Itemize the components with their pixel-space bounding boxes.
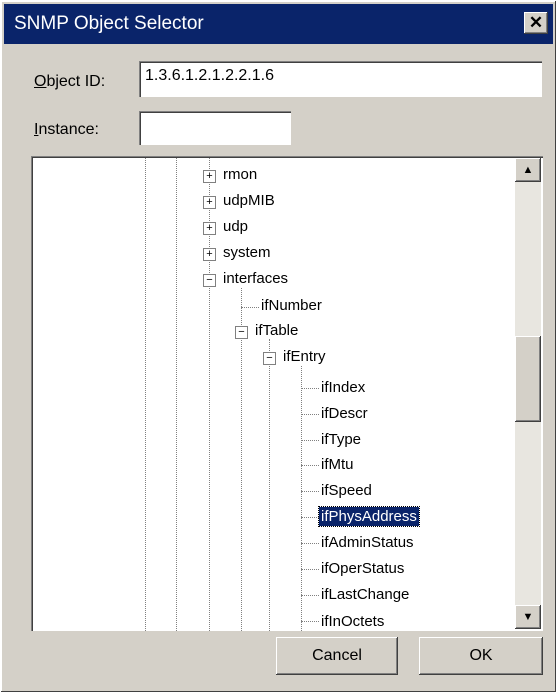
snmp-object-selector-dialog: SNMP Object Selector ✕ Object ID: 1.3.6.… xyxy=(0,0,557,693)
tree-connector xyxy=(301,569,319,570)
tree-node-ifnumber[interactable]: ifNumber xyxy=(259,296,324,315)
collapse-icon[interactable]: − xyxy=(263,352,276,365)
ok-button[interactable]: OK xyxy=(419,637,543,675)
tree-guide xyxy=(301,366,302,631)
dialog-title: SNMP Object Selector xyxy=(14,13,204,34)
instance-field[interactable] xyxy=(139,111,291,145)
expand-icon[interactable]: + xyxy=(203,248,216,261)
tree-node-udpmib[interactable]: udpMIB xyxy=(221,191,277,210)
collapse-icon[interactable]: − xyxy=(235,326,248,339)
tree-guide xyxy=(241,288,242,631)
tree-connector xyxy=(301,388,319,389)
tree-guide xyxy=(145,156,146,631)
tree-connector xyxy=(301,517,319,518)
tree-connector xyxy=(301,491,319,492)
scroll-thumb[interactable] xyxy=(515,336,541,422)
tree-node-iflastchange[interactable]: ifLastChange xyxy=(319,585,411,604)
close-button[interactable]: ✕ xyxy=(524,12,548,34)
tree-connector xyxy=(301,621,319,622)
expand-icon[interactable]: + xyxy=(203,170,216,183)
tree-guide xyxy=(269,339,270,631)
object-id-label-text: bject ID: xyxy=(46,73,106,90)
tree-connector xyxy=(301,465,319,466)
tree-connector xyxy=(301,440,319,441)
tree-node-ifadminstatus[interactable]: ifAdminStatus xyxy=(319,533,416,552)
expand-icon[interactable]: + xyxy=(203,222,216,235)
tree-node-ifdescr[interactable]: ifDescr xyxy=(319,404,370,423)
tree-node-udp[interactable]: udp xyxy=(221,217,250,236)
tree-node-system[interactable]: system xyxy=(221,243,273,262)
tree-node-ifoperstatus[interactable]: ifOperStatus xyxy=(319,559,406,578)
tree-node-iftype[interactable]: ifType xyxy=(319,430,363,449)
tree-node-ifphysaddress-selected[interactable]: ifPhysAddress xyxy=(318,506,420,527)
tree-node-ifspeed[interactable]: ifSpeed xyxy=(319,481,374,500)
object-id-value: 1.3.6.1.2.1.2.2.1.6 xyxy=(145,67,274,84)
tree-node-interfaces[interactable]: interfaces xyxy=(221,269,290,288)
tree-node-iftable[interactable]: ifTable xyxy=(253,321,300,340)
scroll-down-icon[interactable]: ▼ xyxy=(515,605,541,629)
tree-node-ifinoctets[interactable]: ifInOctets xyxy=(319,612,386,631)
object-id-label: Object ID: xyxy=(34,73,105,91)
collapse-icon[interactable]: − xyxy=(203,274,216,287)
title-bar[interactable]: SNMP Object Selector ✕ xyxy=(4,4,553,44)
object-id-accelerator: O xyxy=(34,73,47,90)
cancel-button[interactable]: Cancel xyxy=(276,637,398,675)
tree-connector xyxy=(241,307,259,308)
tree-scrollbar[interactable]: ▲ ▼ xyxy=(515,158,541,629)
tree-node-ifentry[interactable]: ifEntry xyxy=(281,347,328,366)
tree-node-ifindex[interactable]: ifIndex xyxy=(319,378,367,397)
instance-label: Instance: xyxy=(34,121,99,139)
mib-tree-view[interactable]: + rmon + udpMIB + udp + system − interfa… xyxy=(31,156,543,631)
expand-icon[interactable]: + xyxy=(203,196,216,209)
scroll-up-icon[interactable]: ▲ xyxy=(515,158,541,182)
tree-connector xyxy=(301,595,319,596)
tree-node-rmon[interactable]: rmon xyxy=(221,165,259,184)
tree-connector xyxy=(301,543,319,544)
tree-guide xyxy=(176,156,177,631)
instance-label-text: nstance: xyxy=(38,121,99,138)
tree-connector xyxy=(301,414,319,415)
object-id-field[interactable]: 1.3.6.1.2.1.2.2.1.6 xyxy=(139,61,542,97)
tree-node-ifmtu[interactable]: ifMtu xyxy=(319,455,356,474)
